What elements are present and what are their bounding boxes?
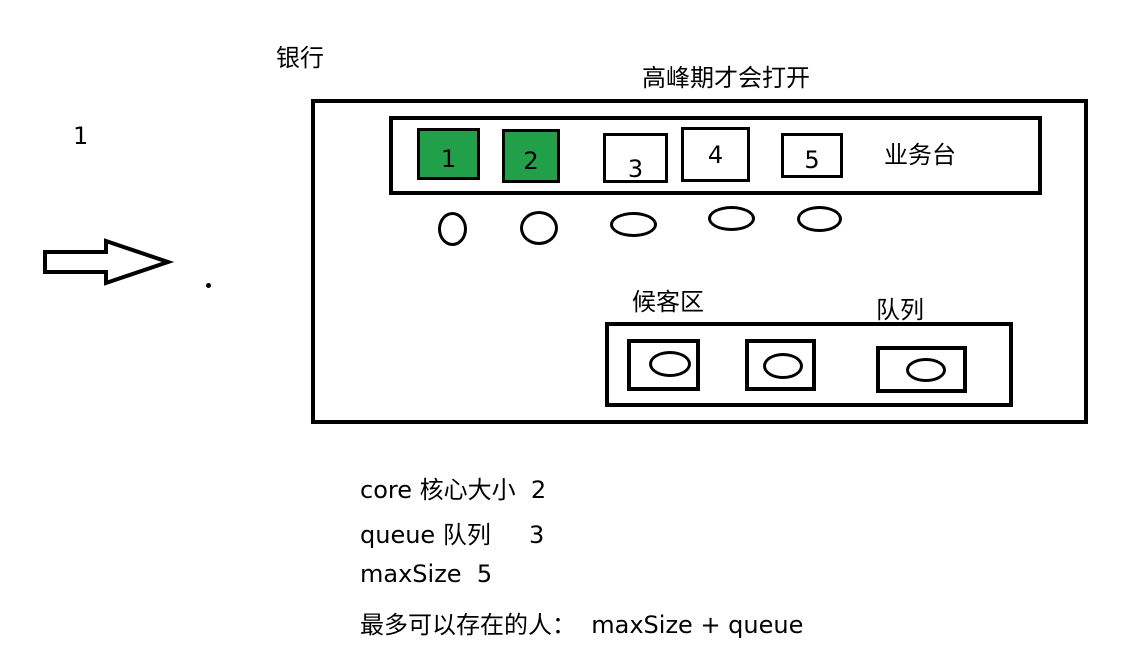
counter-label: 5 <box>804 145 820 174</box>
person-ellipse <box>797 206 842 232</box>
right-arrow-icon <box>43 238 175 286</box>
note-max-people: 最多可以存在的人： maxSize + queue <box>360 611 804 639</box>
person-ellipse <box>906 358 946 382</box>
queue-label: 队列 <box>876 296 924 324</box>
peak-note: 高峰期才会打开 <box>642 64 810 92</box>
counter-label: 2 <box>523 147 539 175</box>
person-ellipse <box>763 353 803 379</box>
counters-label: 业务台 <box>884 141 956 169</box>
person-ellipse <box>610 212 657 237</box>
counter-4: 4 <box>681 127 750 182</box>
side-label: 1 <box>73 122 89 150</box>
person-ellipse <box>649 351 691 377</box>
queue-slot <box>876 346 967 393</box>
counter-3: 3 <box>603 133 668 183</box>
counter-5: 5 <box>781 133 843 178</box>
queue-slot <box>745 339 816 391</box>
bank-title: 银行 <box>276 44 324 72</box>
counter-1: 1 <box>417 128 480 180</box>
waiting-area-label: 候客区 <box>632 288 704 316</box>
note-core: core 核心大小 2 <box>360 476 547 504</box>
note-queue: queue 队列 3 <box>360 521 545 549</box>
counter-label: 3 <box>627 155 644 183</box>
person-ellipse <box>438 212 467 246</box>
stray-dot <box>206 283 211 288</box>
note-maxsize: maxSize 5 <box>360 560 493 588</box>
queue-slot <box>627 339 700 391</box>
person-ellipse <box>708 206 755 231</box>
counter-label: 1 <box>440 145 457 173</box>
person-ellipse <box>520 211 558 245</box>
counter-label: 4 <box>707 140 724 169</box>
counter-2: 2 <box>502 129 560 183</box>
